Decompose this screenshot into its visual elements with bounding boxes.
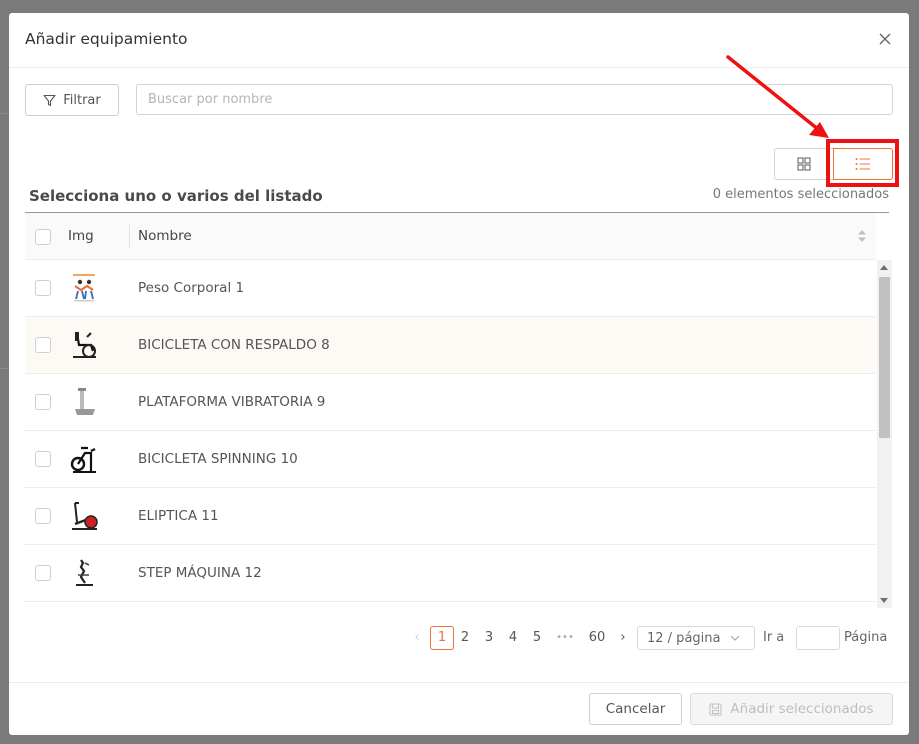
column-header-name[interactable]: Nombre <box>138 228 192 244</box>
chevron-down-icon <box>731 635 740 641</box>
scroll-thumb[interactable] <box>879 277 890 438</box>
scroll-down-icon[interactable] <box>880 598 888 603</box>
modal-header: Añadir equipamiento <box>9 13 909 68</box>
grid-icon <box>797 157 811 171</box>
step-machine-icon <box>76 559 93 586</box>
selected-count: 0 elementos seleccionados <box>712 187 889 202</box>
list-icon <box>855 158 870 170</box>
goto-page-input[interactable] <box>796 626 840 650</box>
page-1[interactable]: 1 <box>430 626 454 650</box>
row-checkbox[interactable] <box>35 394 51 410</box>
recumbent-bike-icon <box>73 332 96 358</box>
table-row[interactable]: BICICLETA CON RESPALDO 8 <box>25 317 876 374</box>
goto-label: Ir a <box>763 630 785 645</box>
page-2[interactable]: 2 <box>455 626 475 650</box>
row-checkbox[interactable] <box>35 280 51 296</box>
equipment-name: BICICLETA SPINNING 10 <box>138 451 298 467</box>
page-5[interactable]: 5 <box>527 626 547 650</box>
add-selected-label: Añadir seleccionados <box>730 701 874 717</box>
page-4[interactable]: 4 <box>503 626 523 650</box>
vibration-platform-icon <box>75 388 95 415</box>
goto-suffix: Página <box>844 630 888 645</box>
page-size-select[interactable]: 12 / página <box>637 626 755 650</box>
search-input[interactable] <box>136 84 893 115</box>
cancel-button[interactable]: Cancelar <box>589 693 682 725</box>
spinning-bike-icon <box>70 446 96 473</box>
filter-button[interactable]: Filtrar <box>25 84 119 116</box>
equipment-name: Peso Corporal 1 <box>138 280 245 296</box>
equipment-name: STEP MÁQUINA 12 <box>138 565 262 581</box>
table-scrollbar[interactable] <box>877 260 892 608</box>
table-body: Peso Corporal 1 BICICLETA CON RESPALDO 8… <box>25 260 876 602</box>
grid-view-button[interactable] <box>774 148 833 180</box>
row-checkbox[interactable] <box>35 451 51 467</box>
equipment-name: ELIPTICA 11 <box>138 508 219 524</box>
equipment-name: BICICLETA CON RESPALDO 8 <box>138 337 330 353</box>
row-checkbox[interactable] <box>35 337 51 353</box>
page-3[interactable]: 3 <box>479 626 499 650</box>
list-view-button[interactable] <box>833 148 893 180</box>
more-pages-ellipsis[interactable]: ••• <box>551 626 579 650</box>
row-checkbox[interactable] <box>35 508 51 524</box>
add-selected-button[interactable]: Añadir seleccionados <box>690 693 893 725</box>
list-title: Selecciona uno o varios del listado <box>29 187 323 205</box>
table-row[interactable]: BICICLETA SPINNING 10 <box>25 431 876 488</box>
row-checkbox[interactable] <box>35 565 51 581</box>
elliptical-icon <box>72 502 98 530</box>
table-row[interactable]: STEP MÁQUINA 12 <box>25 545 876 602</box>
add-equipment-modal: Añadir equipamiento Filtrar Buscar por n… <box>9 13 909 735</box>
close-button[interactable] <box>875 29 895 49</box>
next-page-icon[interactable]: › <box>615 626 631 650</box>
close-icon <box>879 33 891 45</box>
backdrop-divider <box>0 368 9 369</box>
equipment-name: PLATAFORMA VIBRATORIA 9 <box>138 394 326 410</box>
filter-icon <box>43 94 56 106</box>
column-header-img: Img <box>68 228 94 244</box>
scroll-up-icon[interactable] <box>880 265 888 270</box>
footer-divider <box>9 682 909 683</box>
filter-button-label: Filtrar <box>63 92 101 108</box>
backdrop-divider <box>0 113 9 114</box>
prev-page-icon[interactable]: ‹ <box>409 626 425 650</box>
table-row[interactable]: ELIPTICA 11 <box>25 488 876 545</box>
page-last[interactable]: 60 <box>584 626 610 650</box>
table-row[interactable]: PLATAFORMA VIBRATORIA 9 <box>25 374 876 431</box>
page-size-value: 12 / página <box>647 630 721 646</box>
save-icon <box>709 702 722 716</box>
sort-icon[interactable] <box>857 229 867 243</box>
table-header: Img Nombre <box>25 213 876 260</box>
column-divider <box>129 225 130 249</box>
select-all-checkbox[interactable] <box>35 229 51 245</box>
modal-title: Añadir equipamiento <box>25 30 188 48</box>
table-row[interactable]: Peso Corporal 1 <box>25 260 876 317</box>
bodyweight-exercise-icon <box>73 274 95 302</box>
